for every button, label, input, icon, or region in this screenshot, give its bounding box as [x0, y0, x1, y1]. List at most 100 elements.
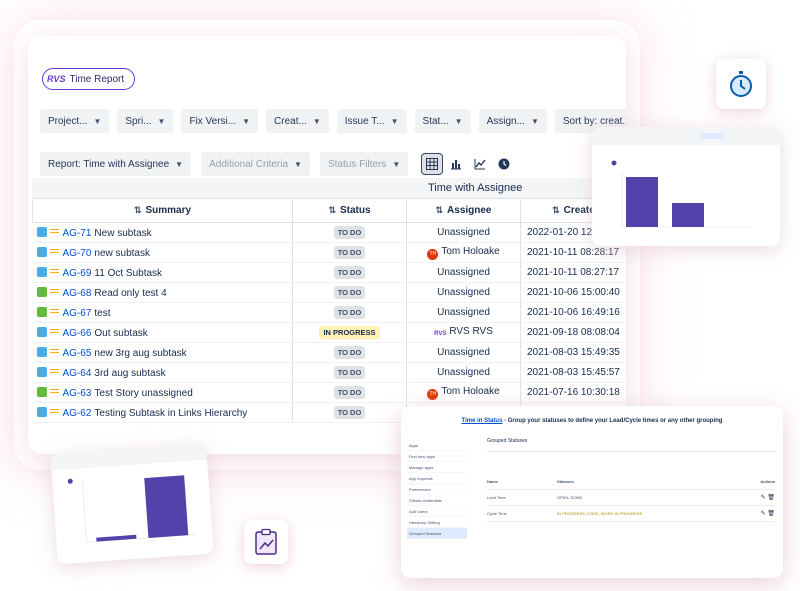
summary-cell: AG-65 new 3rg aug subtask — [32, 342, 293, 363]
settings-sidebar-item[interactable]: Find new apps — [407, 451, 467, 462]
summary-cell: AG-68 Read only test 4 — [32, 282, 293, 303]
time-report-badge[interactable]: RVS Time Report — [42, 68, 136, 90]
chart-preview-right — [592, 127, 780, 246]
assignee-cell: TH Tom Holoake — [406, 242, 521, 263]
status-lozenge: TO DO — [333, 306, 366, 319]
assignee-cell: TH Tom Holoake — [406, 382, 521, 403]
table-row[interactable]: AG-65 new 3rg aug subtask TO DO Unassigned 2… — [32, 342, 626, 363]
issue-key-link[interactable]: AG-69 — [63, 268, 92, 279]
bar-chart-preview — [50, 443, 208, 543]
settings-sidebar-item[interactable]: Apps — [407, 440, 467, 451]
issue-key-link[interactable]: AG-71 — [63, 228, 92, 239]
time-in-status-card: Time in Status - Group your statuses to … — [401, 406, 783, 578]
assignee-name: Unassigned — [437, 267, 490, 278]
table-row[interactable]: AG-70 new subtask TO DO TH Tom Holoake 2021-1… — [32, 242, 626, 263]
issue-key-link[interactable]: AG-66 — [63, 328, 92, 339]
filter-dropdown[interactable]: Assign... ▼ — [478, 109, 547, 133]
column-assignee[interactable]: ⇅ Assignee — [406, 198, 521, 223]
filter-label: Sort by: creat... — [562, 115, 626, 127]
filter-label: Creat... — [274, 115, 307, 127]
group-statuses: IN PROGRESS, CODE, WORK IN PROGRESS — [557, 511, 643, 516]
issue-key-link[interactable]: AG-68 — [63, 288, 92, 299]
time-in-status-title: Time in Status - Group your statuses to … — [401, 418, 783, 424]
priority-medium-icon — [49, 387, 59, 395]
settings-sidebar-item[interactable]: Add Users — [407, 506, 467, 517]
filter-dropdown[interactable]: Stat... ▼ — [414, 109, 471, 133]
settings-sidebar-item[interactable]: Manage apps — [407, 462, 467, 473]
settings-sidebar-item[interactable]: Grouped Statuses — [407, 528, 467, 539]
table-row[interactable]: AG-67 test TO DO Unassigned 2021-10-06 16:49… — [32, 302, 626, 323]
additional-criteria-select[interactable]: Additional Criteria ▼ — [201, 152, 310, 176]
settings-sidebar-item[interactable]: Preferences — [407, 484, 467, 495]
line-chart-icon[interactable] — [470, 154, 490, 174]
assignee-cell: Unassigned — [406, 342, 521, 363]
status-lozenge: TO DO — [333, 286, 366, 299]
filter-label: Stat... — [422, 115, 449, 127]
grouped-statuses-header-row: Name Statuses Actions — [487, 474, 775, 490]
column-status[interactable]: ⇅ Status — [292, 198, 407, 223]
filter-dropdown[interactable]: Project... ▼ — [40, 109, 110, 133]
table-row[interactable]: AG-68 Read only test 4 TO DO Unassigned 2021… — [32, 282, 626, 303]
summary-cell: AG-67 test — [32, 302, 293, 323]
report-select[interactable]: Report: Time with Assignee ▼ — [40, 152, 192, 176]
table-row[interactable]: AG-64 3rd aug subtask TO DO Unassigned 2021-… — [32, 362, 626, 383]
issue-summary: Test Story unassigned — [94, 387, 193, 399]
status-filters-label: Status Filters — [327, 158, 387, 170]
column-summary[interactable]: ⇅ Summary — [32, 198, 293, 223]
group-name: Lead Time — [487, 495, 506, 500]
table-row[interactable]: AG-63 Test Story unassigned TO DO TH Tom Hol… — [32, 382, 626, 403]
clock-icon[interactable] — [494, 154, 514, 174]
issue-key-link[interactable]: AG-64 — [63, 368, 92, 379]
issue-key-link[interactable]: AG-67 — [63, 308, 92, 319]
edit-icon[interactable]: ✎ — [761, 511, 766, 517]
settings-sidebar-item[interactable]: Clients credentials — [407, 495, 467, 506]
issue-summary: new 3rg aug subtask — [94, 347, 187, 359]
summary-cell: AG-63 Test Story unassigned — [32, 382, 293, 403]
priority-medium-icon — [49, 307, 59, 315]
bar-chart-icon[interactable] — [446, 154, 466, 174]
edit-icon[interactable]: ✎ — [761, 495, 766, 501]
time-in-status-link[interactable]: Time in Status — [462, 418, 503, 424]
issue-summary: 11 Oct Subtask — [94, 267, 163, 279]
status-filters-select[interactable]: Status Filters ▼ — [319, 152, 409, 176]
delete-icon[interactable]: 🗑 — [767, 511, 775, 517]
status-cell: IN PROGRESS — [292, 322, 407, 343]
status-cell: TO DO — [292, 282, 407, 303]
avatar: TH — [427, 388, 439, 400]
status-lozenge: TO DO — [333, 406, 366, 419]
report-table: Time with Assignee ⇅ Summary ⇅ Status ⇅ Ass… — [32, 178, 626, 423]
issue-summary: 3rd aug subtask — [94, 367, 166, 379]
summary-cell: AG-69 11 Oct Subtask — [32, 262, 293, 283]
created-cell: 2021-08-03 15:45:57 — [520, 362, 626, 383]
status-cell: TO DO — [292, 302, 407, 323]
assignee-cell: Unassigned — [406, 282, 521, 303]
table-row[interactable]: AG-71 New subtask TO DO Unassigned 2022-01-2… — [32, 222, 626, 243]
issue-key-link[interactable]: AG-63 — [63, 388, 92, 399]
table-row[interactable]: AG-66 Out subtask IN PROGRESS RVS RVS RVS 202… — [32, 322, 626, 343]
story-type-icon — [36, 386, 47, 397]
grid-view-icon[interactable] — [421, 153, 444, 175]
view-switcher — [421, 153, 514, 175]
issue-key-link[interactable]: AG-65 — [63, 348, 92, 359]
assignee-name: Unassigned — [437, 307, 490, 318]
table-row[interactable]: AG-69 11 Oct Subtask TO DO Unassigned 2021-1… — [32, 262, 626, 283]
story-type-icon — [36, 286, 47, 297]
chevron-down-icon: ▼ — [530, 116, 539, 126]
filter-dropdown[interactable]: Spri... ▼ — [117, 109, 174, 133]
issue-key-link[interactable]: AG-62 — [63, 408, 92, 419]
subtask-type-icon — [36, 326, 47, 337]
settings-sidebar-item[interactable]: Hierarchy Setting — [407, 517, 467, 528]
priority-medium-icon — [49, 347, 59, 355]
report-bar: Report: Time with Assignee ▼ Additional … — [40, 152, 514, 176]
grouped-statuses-heading: Grouped Statuses — [487, 438, 775, 452]
filter-dropdown[interactable]: Fix Versi... ▼ — [181, 109, 259, 133]
filter-dropdown[interactable]: Issue T... ▼ — [336, 109, 407, 133]
filter-dropdown[interactable]: Creat... ▼ — [266, 109, 329, 133]
chevron-down-icon: ▼ — [392, 159, 401, 169]
issue-key-link[interactable]: AG-70 — [63, 248, 92, 259]
settings-sidebar-item[interactable]: App requests — [407, 473, 467, 484]
assignee-cell: RVS RVS RVS — [406, 322, 521, 343]
delete-icon[interactable]: 🗑 — [767, 495, 775, 501]
sort-icon: ⇅ — [435, 205, 444, 215]
avatar: TH — [427, 248, 439, 260]
